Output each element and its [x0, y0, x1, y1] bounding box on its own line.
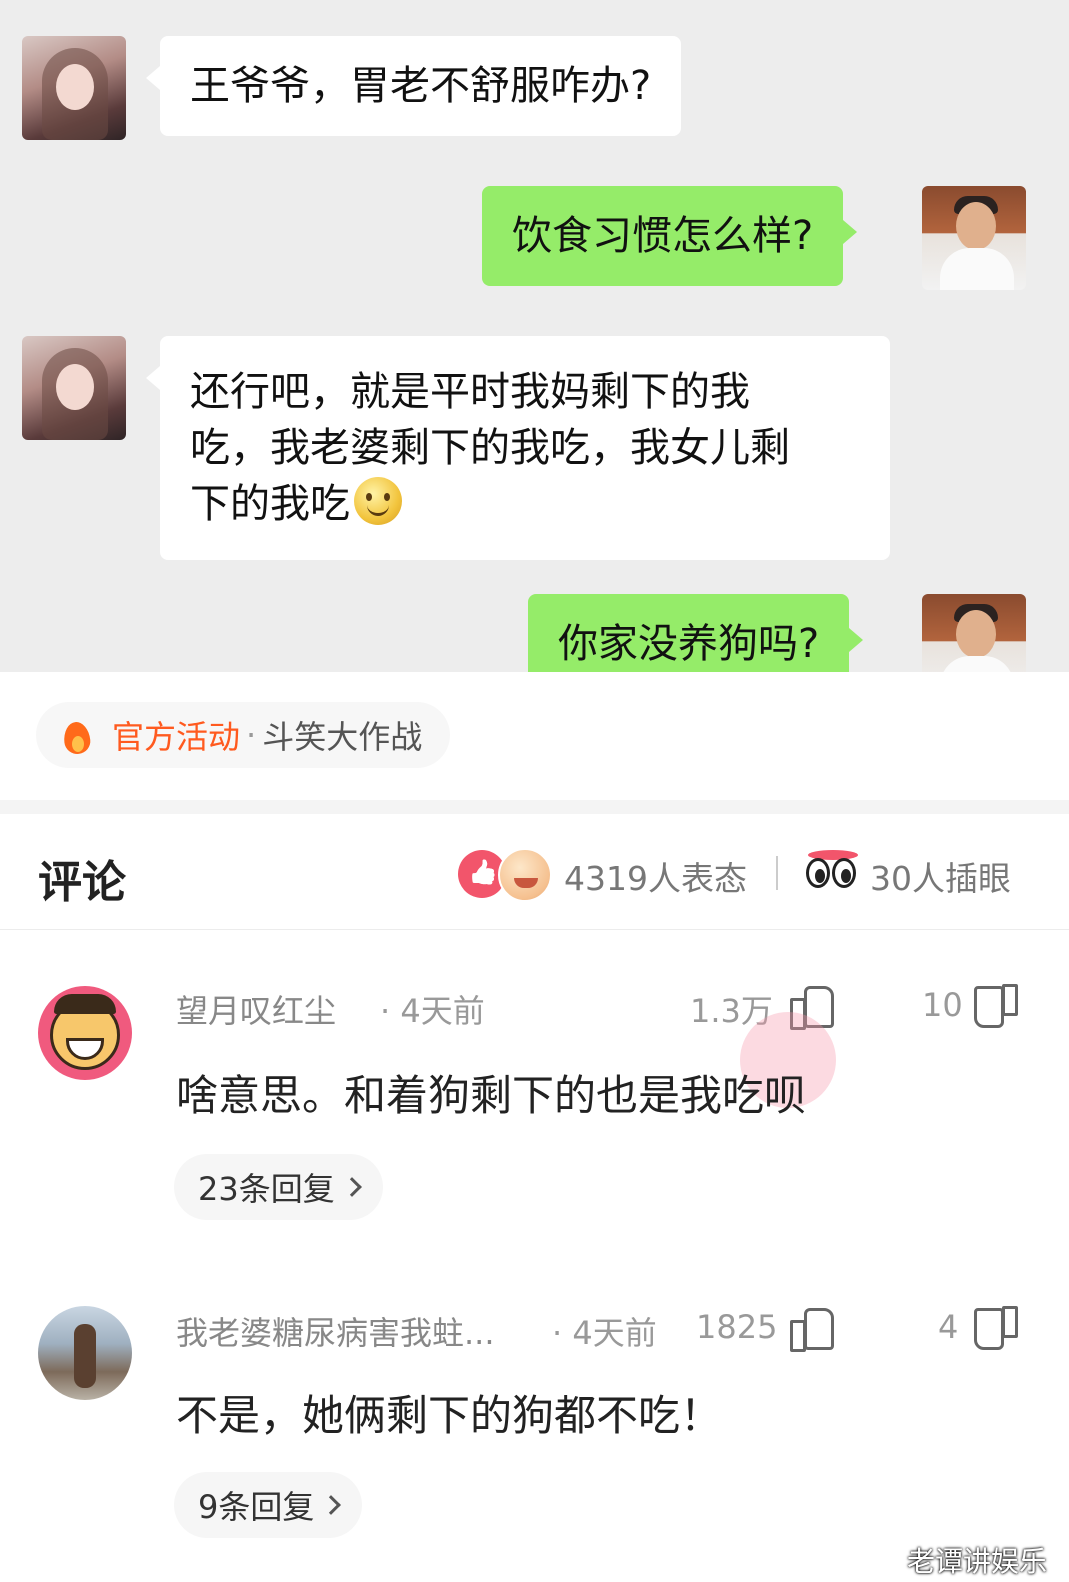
dislike-count: 4	[938, 1308, 959, 1346]
chat-bubble-left: 还行吧，就是平时我妈剩下的我 吃，我老婆剩下的我吃，我女儿剩 下的我吃	[146, 336, 890, 560]
chat-bubble-right: 饮食习惯怎么样?	[482, 186, 858, 286]
chat-bubble-right: 你家没养狗吗?	[528, 594, 864, 672]
laugh-reaction-icon	[498, 848, 552, 902]
comment-text[interactable]: 啥意思。和着狗剩下的也是我吃呗	[176, 1062, 806, 1123]
activity-separator: ·	[246, 716, 257, 754]
thumb-down-icon[interactable]	[976, 990, 1018, 1030]
comments-header: 评论 4319人表态 30人插眼	[0, 814, 1069, 930]
official-activity-tag[interactable]: 官方活动 · 斗笑大作战	[36, 702, 451, 768]
activity-label: 官方活动	[112, 718, 241, 756]
chevron-right-icon	[321, 1495, 342, 1515]
message-line: 还行吧，就是平时我妈剩下的我	[190, 369, 750, 415]
reaction-count[interactable]: 4319人表态	[564, 852, 747, 900]
fire-icon	[62, 716, 92, 754]
chat-bubble-left: 王爷爷，胃老不舒服咋办?	[145, 36, 682, 136]
like-count: 1825	[696, 1308, 778, 1346]
smile-emoji-icon	[354, 477, 402, 525]
header-separator	[776, 856, 778, 890]
comment-time: · 4天前	[380, 992, 485, 1030]
replies-label: 23条回复	[198, 1170, 335, 1208]
chat-screenshot: 王爷爷，胃老不舒服咋办? 饮食习惯怎么样? 还行吧，就是平时我妈剩下的我 吃，我…	[0, 0, 1069, 672]
girl-avatar	[22, 36, 126, 140]
message-text: 王爷爷，胃老不舒服咋办?	[190, 63, 652, 109]
chevron-right-icon	[341, 1177, 362, 1197]
girl-avatar	[22, 336, 126, 440]
replies-label: 9条回复	[198, 1488, 315, 1526]
reaction-icons[interactable]	[458, 846, 558, 902]
message-text: 你家没养狗吗?	[558, 621, 820, 667]
message-text: 饮食习惯怎么样?	[512, 213, 814, 259]
section-divider	[0, 800, 1069, 814]
man-avatar	[922, 186, 1026, 290]
comment-time: · 4天前	[552, 1314, 657, 1352]
comment-text[interactable]: 不是，她俩剩下的狗都不吃！	[176, 1382, 722, 1443]
replies-button[interactable]: 9条回复	[174, 1472, 363, 1538]
commenter-avatar[interactable]	[38, 1306, 132, 1400]
eyes-icon[interactable]	[806, 850, 860, 894]
dislike-count: 10	[922, 986, 963, 1024]
commenter-avatar[interactable]	[38, 986, 132, 1080]
thumb-down-icon[interactable]	[976, 1312, 1018, 1352]
replies-button[interactable]: 23条回复	[174, 1154, 383, 1220]
message-line: 下的我吃	[190, 481, 350, 527]
man-avatar	[922, 594, 1026, 672]
thumb-up-icon[interactable]	[790, 1306, 834, 1352]
watermark-text: 老谭讲娱乐	[906, 1545, 1047, 1578]
activity-name: 斗笑大作战	[262, 718, 423, 756]
commenter-name[interactable]: 望月叹红尘	[176, 986, 336, 1032]
commenter-name[interactable]: 我老婆糖尿病害我蛀...	[176, 1308, 495, 1354]
comments-title: 评论	[38, 857, 126, 908]
poke-count[interactable]: 30人插眼	[870, 852, 1011, 900]
message-line: 吃，我老婆剩下的我吃，我女儿剩	[190, 425, 790, 471]
